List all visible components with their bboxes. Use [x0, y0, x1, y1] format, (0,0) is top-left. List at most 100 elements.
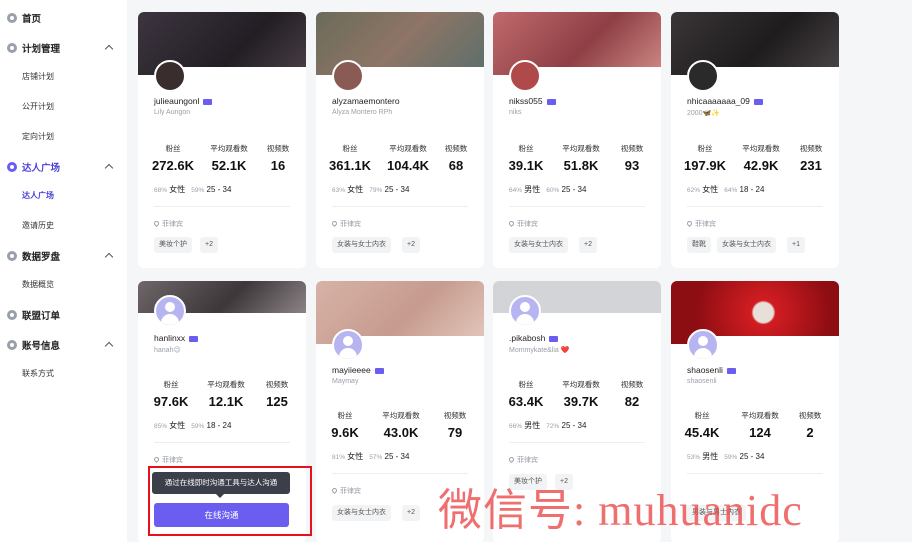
location-pin-icon: [330, 486, 339, 495]
location-pin-icon: [507, 455, 516, 464]
more-tags-badge[interactable]: +1: [787, 237, 805, 253]
creator-card[interactable]: alyzamaemontero Alyza Montero RPh 粉丝 361.…: [316, 12, 484, 268]
fans-stat: 粉丝 63.4K: [508, 380, 544, 409]
nav-targeted-plan[interactable]: 定向计划: [22, 130, 54, 144]
verified-icon: [374, 367, 384, 374]
online-chat-button[interactable]: 在线沟通: [154, 503, 289, 527]
sidebar: 首页 计划管理 店铺计划 公开计划 定向计划 达人广场 达人广场 邀请历史 数据…: [0, 0, 127, 542]
location: 菲律宾: [507, 455, 538, 465]
chevron-up-icon[interactable]: [104, 44, 114, 54]
category-tag: 鞋靴: [687, 237, 711, 253]
more-tags-badge[interactable]: +2: [579, 237, 597, 253]
creator-card[interactable]: nhicaaaaaaa_09 2000🦋✨ 粉丝 197.9K 平均观看数 42.9…: [671, 12, 839, 268]
category-tag: 美妆个护: [154, 237, 192, 253]
videos-stat: 视频数 82: [620, 380, 644, 409]
more-tags-badge[interactable]: +2: [200, 237, 218, 253]
creator-plaza-icon: [7, 162, 17, 172]
chevron-up-icon[interactable]: [104, 341, 114, 351]
audience-demographics: 63% 女性 79% 25 - 34: [332, 185, 410, 194]
home-icon: [7, 13, 17, 23]
creator-display-name: Maymay: [332, 378, 359, 385]
nav-data-compass-label: 数据罗盘: [22, 252, 61, 263]
default-avatar-icon[interactable]: [332, 329, 364, 361]
nav-home-label: 首页: [22, 14, 42, 25]
audience-demographics: 62% 女性 64% 18 - 24: [687, 185, 765, 194]
nav-home[interactable]: 首页: [0, 7, 127, 29]
creator-display-name: niks: [509, 109, 522, 116]
nav-creator-plaza-label: 达人广场: [22, 163, 61, 174]
verified-icon: [203, 98, 213, 105]
nav-creator-plaza[interactable]: 达人广场: [0, 156, 127, 178]
videos-stat: 视频数 16: [266, 144, 290, 173]
creator-username[interactable]: julieaungonl: [154, 96, 213, 106]
creator-display-name: Lily Aungon: [154, 109, 191, 116]
nav-affiliate-orders[interactable]: 联盟订单: [0, 304, 127, 326]
nav-contact[interactable]: 联系方式: [22, 367, 54, 381]
plan-icon: [7, 43, 17, 53]
account-icon: [7, 340, 17, 350]
verified-icon: [546, 98, 556, 105]
audience-demographics: 68% 女性 59% 25 - 34: [154, 185, 232, 194]
nav-creator-plaza-sub[interactable]: 达人广场: [22, 189, 54, 203]
fans-stat: 粉丝 45.4K: [684, 411, 720, 440]
videos-stat: 视频数 93: [620, 144, 644, 173]
location: 菲律宾: [152, 219, 183, 229]
avg-views-stat: 平均观看数 12.1K: [207, 380, 245, 409]
avg-views-stat: 平均观看数 52.1K: [210, 144, 248, 173]
avatar[interactable]: [154, 60, 186, 92]
nav-invite-history[interactable]: 邀请历史: [22, 219, 54, 233]
creator-username[interactable]: mayiieeee: [332, 365, 384, 375]
location-pin-icon: [685, 219, 694, 228]
avatar[interactable]: [687, 60, 719, 92]
nav-affiliate-orders-label: 联盟订单: [22, 311, 61, 322]
fans-stat: 粉丝 361.1K: [329, 144, 371, 173]
nav-plan-management-label: 计划管理: [22, 44, 61, 55]
location: 菲律宾: [330, 219, 361, 229]
audience-demographics: 64% 男性 60% 25 - 34: [509, 185, 587, 194]
avg-views-stat: 平均观看数 124: [741, 411, 779, 440]
fans-stat: 粉丝 272.6K: [152, 144, 194, 173]
nav-public-plan[interactable]: 公开计划: [22, 100, 54, 114]
creator-username[interactable]: nhicaaaaaaa_09: [687, 96, 763, 106]
nav-plan-management[interactable]: 计划管理: [0, 37, 127, 59]
creator-card[interactable]: nikss055 niks 粉丝 39.1K 平均观看数 51.8K 视频数 93 6…: [493, 12, 661, 268]
creator-username[interactable]: shaosenli: [687, 365, 736, 375]
default-avatar-icon[interactable]: [687, 329, 719, 361]
creator-username[interactable]: .pikabosh: [509, 333, 559, 343]
verified-icon: [726, 367, 736, 374]
creator-display-name: Mommykate&lia ❤️: [509, 347, 570, 354]
nav-shop-plan[interactable]: 店铺计划: [22, 70, 54, 84]
more-tags-badge[interactable]: +2: [402, 505, 420, 521]
category-tag: 女装与女士内衣: [717, 237, 776, 253]
audience-demographics: 85% 女性 59% 18 - 24: [154, 421, 232, 430]
creator-display-name: 2000🦋✨: [687, 110, 721, 117]
nav-data-overview[interactable]: 数据概览: [22, 278, 54, 292]
creator-card[interactable]: julieaungonl Lily Aungon 粉丝 272.6K 平均观看数 5…: [138, 12, 306, 268]
creator-username[interactable]: nikss055: [509, 96, 556, 106]
default-avatar-icon[interactable]: [509, 295, 541, 327]
nav-account-info[interactable]: 账号信息: [0, 334, 127, 356]
nav-account-info-label: 账号信息: [22, 341, 61, 352]
order-icon: [7, 310, 17, 320]
audience-demographics: 66% 男性 72% 25 - 34: [509, 421, 587, 430]
default-avatar-icon[interactable]: [154, 295, 186, 327]
audience-demographics: 81% 女性 57% 25 - 34: [332, 452, 410, 461]
category-tag: 女装与女士内衣: [509, 237, 568, 253]
verified-icon: [189, 335, 199, 342]
avatar[interactable]: [332, 60, 364, 92]
avg-views-stat: 平均观看数 42.9K: [742, 144, 780, 173]
location-pin-icon: [152, 219, 161, 228]
avatar[interactable]: [509, 60, 541, 92]
videos-stat: 视频数 231: [799, 144, 823, 173]
creator-username[interactable]: alyzamaemontero: [332, 96, 400, 106]
chevron-up-icon[interactable]: [104, 252, 114, 262]
fans-stat: 粉丝 97.6K: [153, 380, 189, 409]
category-tag: 女装与女士内衣: [332, 505, 391, 521]
location-pin-icon: [152, 455, 161, 464]
nav-data-compass[interactable]: 数据罗盘: [0, 245, 127, 267]
avg-views-stat: 平均观看数 51.8K: [562, 144, 600, 173]
chevron-up-icon[interactable]: [104, 163, 114, 173]
creator-username[interactable]: hanlinxx: [154, 333, 199, 343]
creator-display-name: shaosenli: [687, 378, 717, 385]
more-tags-badge[interactable]: +2: [402, 237, 420, 253]
